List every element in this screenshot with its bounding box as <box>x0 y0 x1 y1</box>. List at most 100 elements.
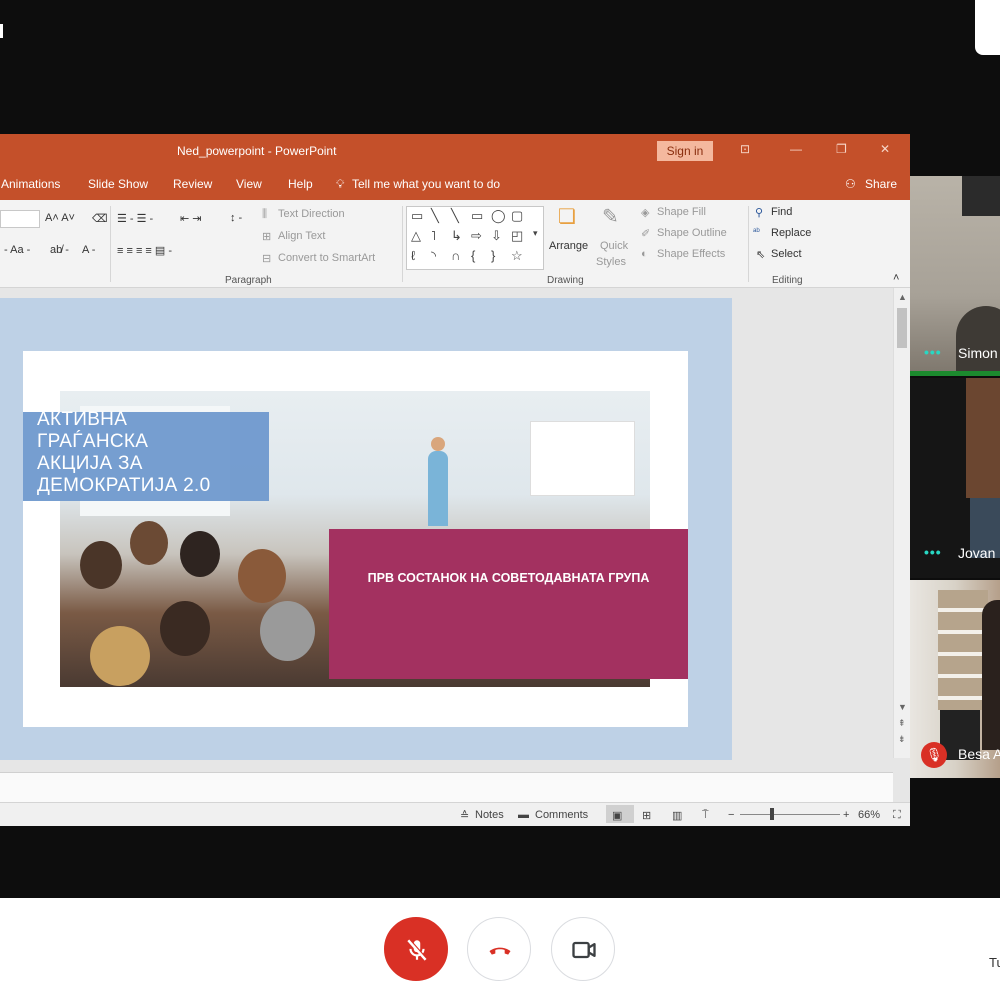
tab-slide-show[interactable]: Slide Show <box>88 177 148 191</box>
restore-icon[interactable]: ❐ <box>836 142 847 156</box>
shapes-gallery[interactable]: ▭ ╲ ╲ ▭ ◯ ▢ △ ˥ ↳ ⇨ ⇩ ◰ ℓ ◝ ∩ { } ☆ ▾ <box>406 206 544 270</box>
convert-smartart-button[interactable]: Convert to SmartArt <box>278 252 375 264</box>
curve-shape-icon[interactable]: ∩ <box>451 248 460 263</box>
connector-shape-icon[interactable]: ↳ <box>451 228 462 244</box>
textbox-shape-icon[interactable]: ▭ <box>411 208 423 224</box>
slide[interactable]: АКТИВНА ГРАЃАНСКА АКЦИЈА ЗА ДЕМОКРАТИЈА … <box>23 351 688 727</box>
star-shape-icon[interactable]: ☆ <box>511 248 523 264</box>
reading-view-icon[interactable]: ▥ <box>672 809 682 822</box>
arrange-button[interactable]: Arrange <box>549 240 588 252</box>
participant-tile-besa[interactable]: 🎙︎ Besa A <box>910 580 1000 778</box>
connector-shape-icon[interactable]: ˥ <box>431 228 436 243</box>
previous-slide-icon[interactable]: ⇞ <box>898 718 906 729</box>
triangle-shape-icon[interactable]: △ <box>411 228 421 244</box>
brace-right-shape-icon[interactable]: } <box>491 248 495 263</box>
align-text-button[interactable]: Align Text <box>278 230 326 242</box>
slide-editing-area[interactable]: АКТИВНА ГРАЃАНСКА АКЦИЈА ЗА ДЕМОКРАТИЈА … <box>0 288 893 760</box>
text-direction-icon: ⫼ <box>262 208 268 220</box>
participant-tile-jovan[interactable]: ••• Jovan <box>910 378 1000 578</box>
grow-font-icon[interactable]: A˄ A˅ <box>45 212 75 224</box>
share-person-icon: ⚇ <box>845 177 856 191</box>
participant-tile-simon[interactable]: ••• Simon <box>910 176 1000 376</box>
shape-effects-button[interactable]: Shape Effects <box>657 248 725 260</box>
line-spacing-icon[interactable]: ↕ - <box>230 212 242 224</box>
zoom-level[interactable]: 66% <box>858 809 880 821</box>
line-shape-icon[interactable]: ╲ <box>451 208 459 224</box>
replace-icon: ᵃᵇ <box>753 226 760 236</box>
tab-review[interactable]: Review <box>173 177 212 191</box>
tab-view[interactable]: View <box>236 177 262 191</box>
shape-fill-button[interactable]: Shape Fill <box>657 206 706 218</box>
slide-title-line: АКТИВНА <box>37 409 128 430</box>
video-person <box>982 600 1000 750</box>
participant-name: Jovan <box>958 545 996 561</box>
scroll-up-icon[interactable]: ▲ <box>898 292 907 302</box>
quick-styles-button-line2[interactable]: Styles <box>596 256 626 268</box>
rectangle-shape-icon[interactable]: ▭ <box>471 208 483 224</box>
line-shape-icon[interactable]: ╲ <box>431 208 439 224</box>
find-button[interactable]: Find <box>771 206 792 218</box>
brace-left-shape-icon[interactable]: { <box>471 248 475 263</box>
align-icons[interactable]: ≡ ≡ ≡ ≡ ▤ - <box>117 244 172 257</box>
camera-toggle-button[interactable] <box>551 917 615 981</box>
zoom-in-icon[interactable]: + <box>843 809 849 821</box>
group-label-editing: Editing <box>772 275 803 286</box>
smartart-icon: ⊟ <box>262 253 272 265</box>
tab-help[interactable]: Help <box>288 177 313 191</box>
minimize-icon[interactable]: — <box>790 142 802 156</box>
slide-title[interactable]: АКТИВНА ГРАЃАНСКА АКЦИЈА ЗА ДЕМОКРАТИЈА … <box>37 409 297 497</box>
font-color-icon[interactable]: A - <box>82 244 95 256</box>
sign-in-button[interactable]: Sign in <box>657 141 713 161</box>
next-slide-icon[interactable]: ⇟ <box>898 734 906 745</box>
close-icon[interactable]: ✕ <box>880 142 890 156</box>
oval-shape-icon[interactable]: ◯ <box>491 208 506 224</box>
arc-shape-icon[interactable]: ◝ <box>431 248 436 264</box>
top-right-card <box>975 0 1000 55</box>
clear-format-icon[interactable]: ⌫ <box>92 212 108 225</box>
shape-outline-button[interactable]: Shape Outline <box>657 227 727 239</box>
arrow-down-shape-icon[interactable]: ⇩ <box>491 228 502 244</box>
photo-audience <box>130 521 168 565</box>
more-shapes-icon[interactable]: ▾ <box>533 228 538 239</box>
photo-audience <box>80 541 122 589</box>
bullets-icon[interactable]: ☰ - ☰ - <box>117 212 153 225</box>
zoom-slider-handle[interactable] <box>770 808 774 820</box>
ribbon-display-icon[interactable]: ⊡ <box>740 142 750 156</box>
video-bookshelf <box>938 590 988 710</box>
rounded-rect-shape-icon[interactable]: ▢ <box>511 208 523 224</box>
slide-sorter-icon[interactable]: ⊞ <box>642 809 651 822</box>
align-text-icon: ⊞ <box>262 231 272 243</box>
participant-name: Simon <box>958 345 998 361</box>
tell-me-search[interactable]: Tell me what you want to do <box>352 177 500 191</box>
zoom-out-icon[interactable]: − <box>728 809 734 821</box>
notes-button[interactable]: Notes <box>475 809 504 821</box>
ppt-statusbar: ≙ Notes ▬ Comments ▣ ⊞ ▥ ⍑ − + 66% ⛶ <box>0 802 910 826</box>
leave-call-button[interactable] <box>467 917 531 981</box>
scroll-down-icon[interactable]: ▼ <box>898 702 907 712</box>
font-size-box[interactable] <box>0 210 40 228</box>
replace-button[interactable]: Replace <box>771 227 811 239</box>
quick-styles-button-line1[interactable]: Quick <box>600 240 628 252</box>
scroll-thumb[interactable] <box>897 308 907 348</box>
scribble-shape-icon[interactable]: ℓ <box>411 248 415 263</box>
zoom-slider[interactable] <box>740 814 840 815</box>
vertical-scrollbar[interactable]: ▲ ▼ ⇞ ⇟ <box>893 288 910 758</box>
microphone-toggle-button[interactable] <box>384 917 448 981</box>
select-button[interactable]: Select <box>771 248 802 260</box>
tab-animations[interactable]: Animations <box>1 177 60 191</box>
notes-pane[interactable] <box>0 772 893 802</box>
text-direction-button[interactable]: Text Direction <box>278 208 345 220</box>
subtitle-box[interactable]: ПРВ СОСТАНОК НА СОВЕТОДАВНАТА ГРУПА <box>329 529 688 679</box>
comments-button[interactable]: Comments <box>535 809 588 821</box>
slideshow-icon[interactable]: ⍑ <box>702 809 709 822</box>
freeform-shape-icon[interactable]: ◰ <box>511 228 523 244</box>
change-case-icon[interactable]: - Aa - <box>4 244 30 256</box>
ppt-menubar: Animations Slide Show Review View Help 💡… <box>0 167 910 200</box>
share-button[interactable]: Share <box>865 177 897 191</box>
indent-icon[interactable]: ⇤ ⇥ <box>180 212 202 225</box>
highlight-icon[interactable]: ab̸ - <box>50 244 69 256</box>
collapse-ribbon-icon[interactable]: ˄ <box>893 272 899 284</box>
window-title: Ned_powerpoint - PowerPoint <box>177 144 337 158</box>
fit-slide-icon[interactable]: ⛶ <box>893 809 901 822</box>
arrow-right-shape-icon[interactable]: ⇨ <box>471 228 482 244</box>
